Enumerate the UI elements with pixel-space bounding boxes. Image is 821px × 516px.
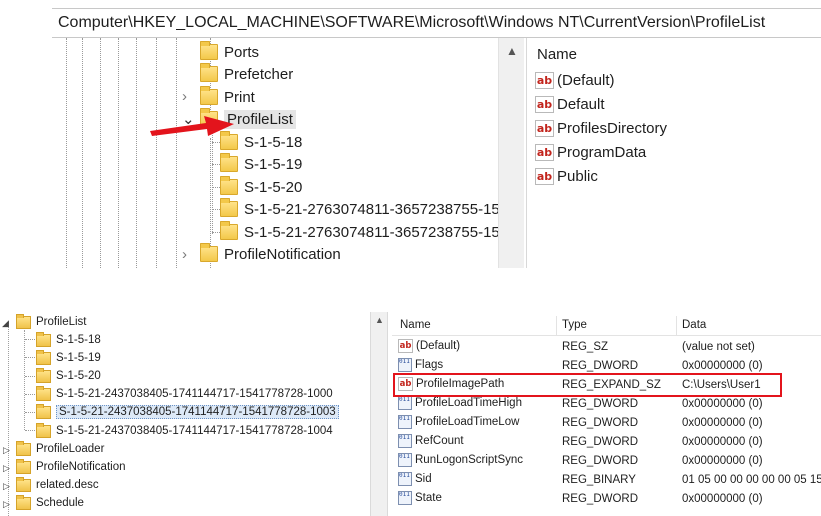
string-value-icon: ab xyxy=(398,339,413,353)
folder-icon xyxy=(36,385,51,401)
tree-node-schedule[interactable]: Schedule xyxy=(16,494,84,512)
bottom-key-tree: ◢ ProfileList S-1-5-18 S-1-5-19 S-1-5-20… xyxy=(0,312,370,516)
red-arrow-icon xyxy=(150,116,234,136)
table-row[interactable]: 011 110Sid REG_BINARY 01 05 00 00 00 00 … xyxy=(392,470,821,489)
tree-node-print[interactable]: Print xyxy=(200,86,255,108)
string-value-icon: ab xyxy=(535,168,554,185)
folder-icon xyxy=(36,367,51,383)
column-header-name[interactable]: Name xyxy=(400,318,431,336)
table-row[interactable]: 011 110RunLogonScriptSync REG_DWORD 0x00… xyxy=(392,451,821,470)
tree-node-sid[interactable]: S-1-5-19 xyxy=(220,153,302,175)
folder-icon xyxy=(200,63,218,82)
value-row[interactable]: ab (Default) xyxy=(535,72,615,89)
table-row[interactable]: 011 110RefCount REG_DWORD 0x00000000 (0) xyxy=(392,432,821,451)
red-highlight-box xyxy=(393,373,782,397)
expand-triangle-icon[interactable]: ▷ xyxy=(3,445,10,456)
address-path: Computer\HKEY_LOCAL_MACHINE\SOFTWARE\Mic… xyxy=(58,14,766,31)
bottom-values-table: Name Type Data ab (Default) REG_SZ (value… xyxy=(392,312,821,516)
folder-icon xyxy=(220,153,238,172)
column-header-data[interactable]: Data xyxy=(682,318,706,336)
string-value-icon: ab xyxy=(535,144,554,161)
folder-icon xyxy=(16,494,31,510)
string-value-icon: ab xyxy=(535,120,554,137)
tree-scrollbar[interactable]: ▲ xyxy=(498,38,524,268)
chevron-right-icon[interactable]: › xyxy=(182,88,187,105)
address-bar[interactable]: Computer\HKEY_LOCAL_MACHINE\SOFTWARE\Mic… xyxy=(52,8,821,38)
chevron-right-icon[interactable]: › xyxy=(182,246,187,263)
tree-guide-line xyxy=(82,38,83,268)
binary-value-icon: 011 110 xyxy=(398,358,412,372)
binary-value-icon: 011 110 xyxy=(398,453,412,467)
folder-icon xyxy=(16,440,31,456)
tree-node-sid[interactable]: S-1-5-18 xyxy=(36,331,101,349)
value-row[interactable]: ab Default xyxy=(535,96,605,113)
tree-scrollbar[interactable]: ▲ xyxy=(370,312,388,516)
expand-triangle-icon[interactable]: ▷ xyxy=(3,481,10,492)
tree-node-sid[interactable]: S-1-5-21-2437038405-1741144717-154177872… xyxy=(36,385,333,403)
tree-node-ports[interactable]: Ports xyxy=(200,41,259,63)
folder-icon xyxy=(36,349,51,365)
binary-value-icon: 011 110 xyxy=(398,491,412,505)
tree-node-prefetcher[interactable]: Prefetcher xyxy=(200,63,293,85)
table-row[interactable]: ab (Default) REG_SZ (value not set) xyxy=(392,337,821,356)
column-header-type[interactable]: Type xyxy=(562,318,587,336)
value-row[interactable]: ab ProgramData xyxy=(535,144,646,161)
table-row[interactable]: 011 110State REG_DWORD 0x00000000 (0) xyxy=(392,489,821,508)
folder-icon xyxy=(200,86,218,105)
folder-icon xyxy=(200,41,218,60)
folder-icon xyxy=(16,458,31,474)
value-row[interactable]: ab Public xyxy=(535,168,598,185)
value-row[interactable]: ab ProfilesDirectory xyxy=(535,120,667,137)
folder-icon xyxy=(16,476,31,492)
top-key-tree: Ports Prefetcher › Print ⌄ ProfileList S… xyxy=(52,38,498,268)
scroll-up-icon[interactable]: ▲ xyxy=(506,44,518,58)
tree-node-sid[interactable]: S-1-5-21-2437038405-1741144717-154177872… xyxy=(36,422,333,440)
tree-guide-line xyxy=(100,38,101,268)
folder-icon xyxy=(220,176,238,195)
folder-icon xyxy=(220,198,238,217)
collapse-triangle-icon[interactable]: ◢ xyxy=(2,318,9,329)
tree-node-sid[interactable]: S-1-5-20 xyxy=(36,367,101,385)
string-value-icon: ab xyxy=(535,72,554,89)
tree-node-related-desc[interactable]: related.desc xyxy=(16,476,99,494)
table-row[interactable]: 011 110ProfileLoadTimeLow REG_DWORD 0x00… xyxy=(392,413,821,432)
binary-value-icon: 011 110 xyxy=(398,396,412,410)
tree-guide-line xyxy=(212,130,213,234)
binary-value-icon: 011 110 xyxy=(398,434,412,448)
expand-triangle-icon[interactable]: ▷ xyxy=(3,463,10,474)
tree-guide-line xyxy=(176,38,177,268)
table-header: Name Type Data xyxy=(392,316,821,336)
folder-icon xyxy=(36,331,51,347)
column-header-name[interactable]: Name xyxy=(537,46,577,63)
binary-value-icon: 011 110 xyxy=(398,472,412,486)
folder-icon xyxy=(16,313,31,329)
string-value-icon: ab xyxy=(535,96,554,113)
tree-guide-line xyxy=(136,38,137,268)
folder-icon xyxy=(220,221,238,240)
tree-node-profilelist[interactable]: ProfileList xyxy=(16,313,87,331)
tree-guide-line xyxy=(118,38,119,268)
tree-guide-line xyxy=(66,38,67,268)
bottom-regedit-screenshot: ◢ ProfileList S-1-5-18 S-1-5-19 S-1-5-20… xyxy=(0,312,821,516)
tree-node-profileloader[interactable]: ProfileLoader xyxy=(16,440,104,458)
top-values-list: Name ab (Default) ab Default ab Profiles… xyxy=(526,38,821,268)
tree-node-profilenotification[interactable]: ProfileNotification xyxy=(16,458,125,476)
tree-node-sid[interactable]: S-1-5-19 xyxy=(36,349,101,367)
folder-icon xyxy=(200,243,218,262)
folder-icon xyxy=(36,403,51,419)
tree-node-sid-selected[interactable]: S-1-5-21-2437038405-1741144717-154177872… xyxy=(36,403,339,421)
tree-node-sid[interactable]: S-1-5-21-2763074811-3657238755-1569 xyxy=(220,198,498,220)
top-regedit-screenshot: Computer\HKEY_LOCAL_MACHINE\SOFTWARE\Mic… xyxy=(52,0,821,268)
tree-node-sid[interactable]: S-1-5-20 xyxy=(220,176,302,198)
folder-icon xyxy=(36,422,51,438)
tree-node-profilenotification[interactable]: ProfileNotification xyxy=(200,243,341,265)
binary-value-icon: 011 110 xyxy=(398,415,412,429)
tree-guide-line xyxy=(156,38,157,268)
scroll-up-icon[interactable]: ▲ xyxy=(375,315,384,325)
tree-node-sid[interactable]: S-1-5-21-2763074811-3657238755-1569 xyxy=(220,221,498,243)
expand-triangle-icon[interactable]: ▷ xyxy=(3,499,10,510)
